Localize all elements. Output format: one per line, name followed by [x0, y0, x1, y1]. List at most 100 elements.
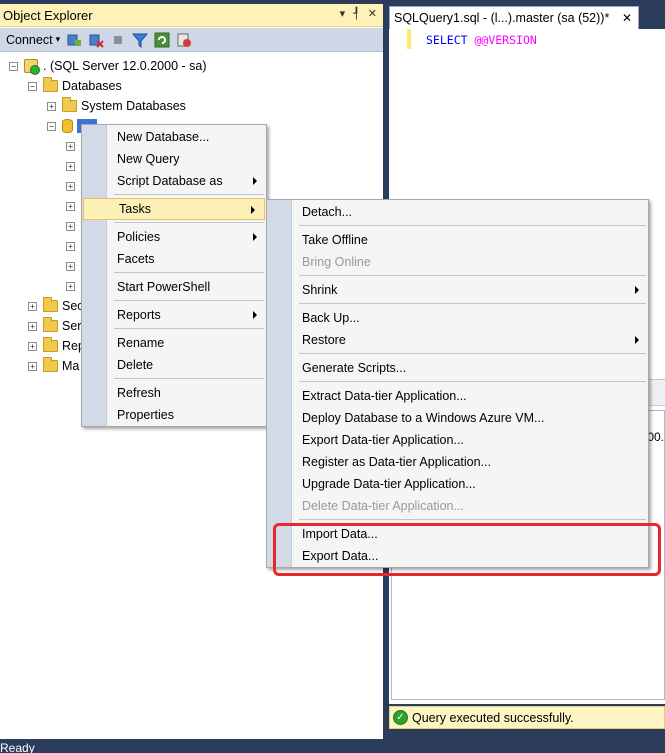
tree-node-replication[interactable]: + Rep [28, 336, 85, 356]
connect-button[interactable]: Connect ▾ [6, 33, 60, 47]
menu-separator [114, 222, 264, 223]
tree-node-server[interactable]: − . (SQL Server 12.0.2000 - sa) [9, 56, 207, 76]
submenu-arrow-icon [253, 177, 257, 185]
menu-separator [114, 194, 264, 195]
expand-icon[interactable]: + [47, 101, 56, 111]
menu-item-label: Upgrade Data-tier Application... [302, 477, 476, 491]
menu-item-script-database-as[interactable]: Script Database as [82, 170, 266, 192]
connect-label: Connect [6, 32, 53, 47]
menu-item-properties[interactable]: Properties [82, 404, 266, 426]
expand-icon[interactable]: + [28, 321, 37, 331]
menu-item-label: Bring Online [302, 255, 371, 269]
code-function: @@VERSION [474, 33, 537, 47]
server-objects-label: Ser [62, 319, 82, 333]
menu-item-restore[interactable]: Restore [267, 329, 648, 351]
expand-icon[interactable]: + [28, 361, 37, 371]
menu-item-new-database[interactable]: New Database... [82, 126, 266, 148]
submenu-arrow-icon [251, 206, 255, 214]
expand-icon[interactable]: + [66, 261, 75, 271]
submenu-arrow-icon [253, 311, 257, 319]
tree-node-databases[interactable]: − Databases [28, 76, 122, 96]
expand-icon[interactable]: + [66, 161, 75, 171]
close-icon[interactable]: ✕ [368, 7, 377, 20]
menu-item-label: Export Data-tier Application... [302, 433, 464, 447]
tree-node-child[interactable]: + [66, 196, 81, 216]
tree-node-child[interactable]: + [66, 256, 81, 276]
filter-icon[interactable] [132, 32, 149, 48]
expand-icon[interactable]: + [66, 281, 75, 291]
menu-item-start-powershell[interactable]: Start PowerShell [82, 276, 266, 298]
menu-item-delete-data-tier: Delete Data-tier Application... [267, 495, 648, 517]
expand-icon[interactable]: + [28, 341, 37, 351]
menu-item-tasks[interactable]: Tasks [83, 198, 265, 220]
tab-sqlquery1[interactable]: SQLQuery1.sql - (l...).master (sa (52))*… [389, 6, 639, 29]
menu-item-label: Refresh [117, 386, 161, 400]
menu-item-deploy-azure-vm[interactable]: Deploy Database to a Windows Azure VM... [267, 407, 648, 429]
menu-item-label: Extract Data-tier Application... [302, 389, 467, 403]
menu-item-generate-scripts[interactable]: Generate Scripts... [267, 357, 648, 379]
tree-node-management[interactable]: + Ma [28, 356, 79, 376]
menu-item-delete[interactable]: Delete [82, 354, 266, 376]
menu-item-new-query[interactable]: New Query [82, 148, 266, 170]
menu-item-rename[interactable]: Rename [82, 332, 266, 354]
close-icon[interactable]: ✕ [622, 11, 632, 25]
menu-item-label: Back Up... [302, 311, 360, 325]
expand-icon[interactable]: + [28, 301, 37, 311]
disconnect-icon[interactable] [88, 32, 104, 48]
menu-item-register-data-tier[interactable]: Register as Data-tier Application... [267, 451, 648, 473]
tree-node-security[interactable]: + Sec [28, 296, 84, 316]
menu-item-reports[interactable]: Reports [82, 304, 266, 326]
menu-item-export-data-tier[interactable]: Export Data-tier Application... [267, 429, 648, 451]
menu-item-shrink[interactable]: Shrink [267, 279, 648, 301]
menu-separator [299, 303, 646, 304]
database-context-menu: New Database... New Query Script Databas… [81, 124, 267, 427]
menu-item-policies[interactable]: Policies [82, 226, 266, 248]
menu-item-label: Reports [117, 308, 161, 322]
tree-node-child[interactable]: + [66, 156, 81, 176]
menu-item-upgrade-data-tier[interactable]: Upgrade Data-tier Application... [267, 473, 648, 495]
menu-item-take-offline[interactable]: Take Offline [267, 229, 648, 251]
expand-icon[interactable]: + [66, 201, 75, 211]
collapse-icon[interactable]: − [28, 81, 37, 91]
menu-item-label: Script Database as [117, 174, 223, 188]
dropdown-icon[interactable]: ▾ [340, 7, 346, 20]
stop-icon[interactable] [110, 32, 126, 48]
refresh-icon[interactable] [154, 32, 170, 48]
tree-node-child[interactable]: + [66, 276, 81, 296]
menu-item-facets[interactable]: Facets [82, 248, 266, 270]
menu-separator [299, 353, 646, 354]
collapse-icon[interactable]: − [47, 121, 56, 131]
menu-item-label: New Query [117, 152, 180, 166]
menu-item-extract-data-tier[interactable]: Extract Data-tier Application... [267, 385, 648, 407]
expand-icon[interactable]: + [66, 181, 75, 191]
menu-item-label: Register as Data-tier Application... [302, 455, 491, 469]
tree-node-child[interactable]: + [66, 236, 81, 256]
menu-item-label: New Database... [117, 130, 210, 144]
menu-separator [299, 275, 646, 276]
panel-controls: ▾ ┦ ✕ [340, 7, 377, 20]
tree-node-server-objects[interactable]: + Ser [28, 316, 81, 336]
tree-node-child[interactable]: + [66, 136, 81, 156]
expand-icon[interactable]: + [66, 241, 75, 251]
pin-icon[interactable]: ┦ [353, 7, 360, 20]
tree-node-child[interactable]: + [66, 176, 81, 196]
menu-item-label: Deploy Database to a Windows Azure VM... [302, 411, 545, 425]
expand-icon[interactable]: + [66, 221, 75, 231]
tree-node-system-databases[interactable]: + System Databases [47, 96, 186, 116]
change-marker [407, 29, 411, 49]
menu-item-back-up[interactable]: Back Up... [267, 307, 648, 329]
collapse-icon[interactable]: − [9, 61, 18, 71]
tree-node-child[interactable]: + [66, 216, 81, 236]
menu-separator [299, 381, 646, 382]
expand-icon[interactable]: + [66, 141, 75, 151]
menu-item-detach[interactable]: Detach... [267, 201, 648, 223]
query-status-message: Query executed successfully. [412, 710, 574, 725]
server-icon [24, 59, 40, 75]
activity-monitor-icon[interactable] [176, 32, 192, 48]
folder-icon [43, 77, 58, 92]
menu-item-refresh[interactable]: Refresh [82, 382, 266, 404]
register-server-icon[interactable] [66, 32, 82, 48]
menu-item-label: Restore [302, 333, 346, 347]
submenu-arrow-icon [253, 233, 257, 241]
menu-separator [114, 300, 264, 301]
